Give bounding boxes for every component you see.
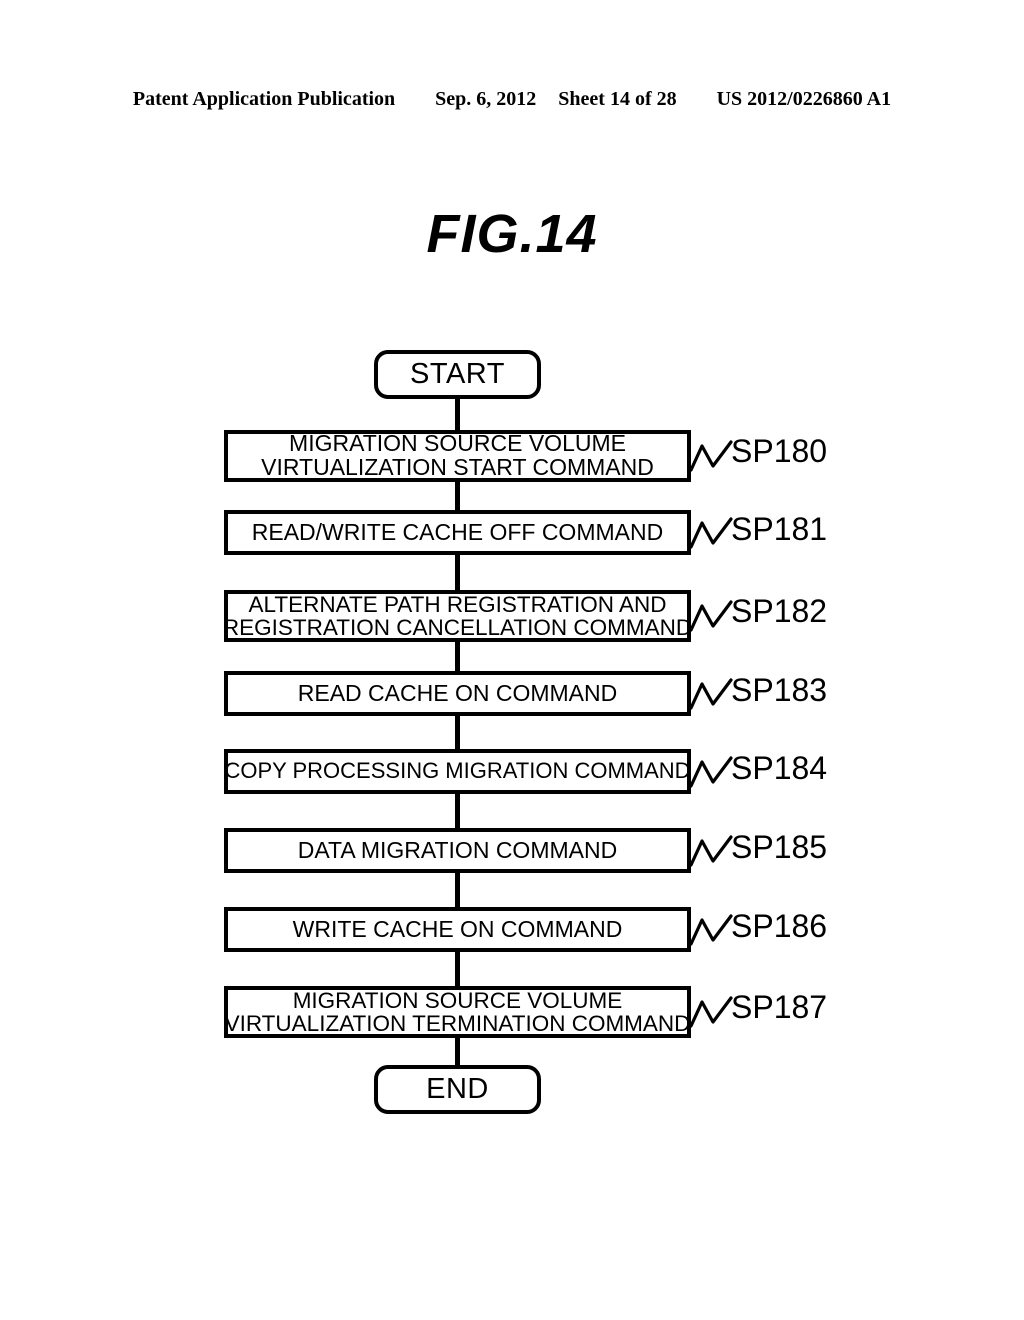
connector-step-2-to-step-3 xyxy=(455,555,460,590)
squiggle-connector-sp180 xyxy=(689,440,733,472)
connector-step-3-to-step-4 xyxy=(455,642,460,671)
squiggle-connector-sp186 xyxy=(689,914,733,946)
step-label-sp186: SP186 xyxy=(731,908,828,944)
step-label-sp187: SP187 xyxy=(731,989,828,1025)
process-box-sp187-line-2: VIRTUALIZATION TERMINATION COMMAND xyxy=(224,1011,691,1036)
process-box-sp180-line-1: MIGRATION SOURCE VOLUME xyxy=(289,430,626,457)
process-box-sp181: READ/WRITE CACHE OFF COMMAND xyxy=(224,510,691,555)
flowchart-diagram: START MIGRATION SOURCE VOLUME VIRTUALIZA… xyxy=(0,0,1024,1320)
flow-end-terminator: END xyxy=(374,1065,541,1114)
step-label-sp182: SP182 xyxy=(731,593,828,629)
connector-step-6-to-step-7 xyxy=(455,873,460,907)
process-box-sp186: WRITE CACHE ON COMMAND xyxy=(224,907,691,952)
step-label-sp185: SP185 xyxy=(731,829,828,865)
process-box-sp185: DATA MIGRATION COMMAND xyxy=(224,828,691,873)
squiggle-connector-sp185 xyxy=(689,835,733,867)
process-box-sp181-line-1: READ/WRITE CACHE OFF COMMAND xyxy=(251,518,664,545)
process-box-sp183-line-1: READ CACHE ON COMMAND xyxy=(297,679,618,706)
step-label-sp181: SP181 xyxy=(731,511,828,547)
process-box-sp184: COPY PROCESSING MIGRATION COMMAND xyxy=(224,749,691,794)
connector-start-to-step-1 xyxy=(455,399,460,430)
connector-step-4-to-step-5 xyxy=(455,716,460,749)
squiggle-connector-sp181 xyxy=(689,517,733,549)
flow-start-terminator: START xyxy=(374,350,541,399)
process-box-sp185-line-1: DATA MIGRATION COMMAND xyxy=(297,836,618,863)
connector-step-8-to-end xyxy=(455,1038,460,1065)
process-box-sp184-line-1: COPY PROCESSING MIGRATION COMMAND xyxy=(224,758,691,784)
process-box-sp187-line-1: MIGRATION SOURCE VOLUME xyxy=(292,987,623,1013)
process-box-sp180-line-2: VIRTUALIZATION START COMMAND xyxy=(261,454,654,480)
process-box-sp182-line-1: ALTERNATE PATH REGISTRATION AND xyxy=(248,591,667,617)
connector-step-5-to-step-6 xyxy=(455,794,460,828)
squiggle-connector-sp182 xyxy=(689,600,733,632)
connector-step-7-to-step-8 xyxy=(455,952,460,986)
connector-step-1-to-step-2 xyxy=(455,482,460,510)
squiggle-connector-sp187 xyxy=(689,996,733,1028)
process-box-sp187: MIGRATION SOURCE VOLUME VIRTUALIZATION T… xyxy=(224,986,691,1038)
process-box-sp182-line-2: REGISTRATION CANCELLATION COMMAND xyxy=(222,615,693,640)
squiggle-connector-sp183 xyxy=(689,678,733,710)
process-box-sp183: READ CACHE ON COMMAND xyxy=(224,671,691,716)
step-label-sp184: SP184 xyxy=(731,750,828,786)
step-label-sp183: SP183 xyxy=(731,672,828,708)
process-box-sp186-line-1: WRITE CACHE ON COMMAND xyxy=(292,915,623,942)
process-box-sp180: MIGRATION SOURCE VOLUME VIRTUALIZATION S… xyxy=(224,430,691,482)
flow-start-label: START xyxy=(410,358,505,390)
flow-end-label: END xyxy=(426,1073,489,1105)
process-box-sp182: ALTERNATE PATH REGISTRATION AND REGISTRA… xyxy=(222,590,693,642)
squiggle-connector-sp184 xyxy=(689,756,733,788)
step-label-sp180: SP180 xyxy=(731,433,828,469)
